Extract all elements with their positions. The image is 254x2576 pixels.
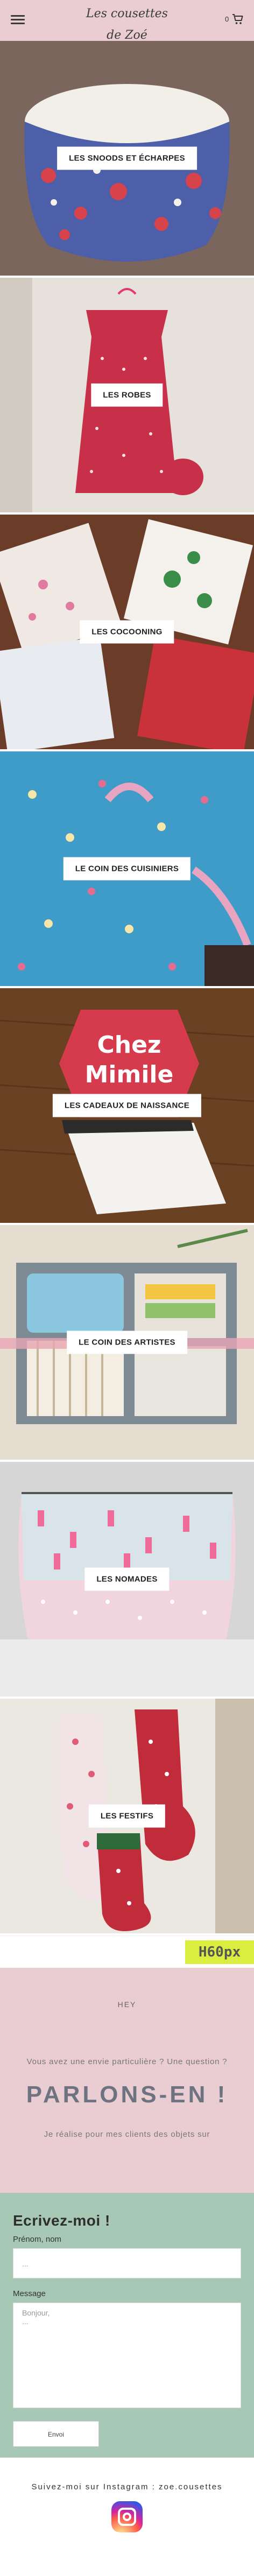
hey-label: HEY xyxy=(117,2000,137,2009)
menu-icon[interactable] xyxy=(11,15,25,25)
category-tile-artistes[interactable]: LE COIN DES ARTISTES xyxy=(0,1225,254,1462)
contact-form-section: Ecrivez-moi ! Prénom, nom ... Message Bo… xyxy=(0,2193,254,2458)
intro-question: Vous avez une envie particulière ? Une q… xyxy=(26,2057,228,2066)
headline: PARLONS-EN ! xyxy=(26,2081,228,2108)
name-label: Prénom, nom xyxy=(13,2235,62,2244)
category-label: LES SNOODS ET ÉCHARPES xyxy=(57,146,197,170)
category-tile-naissance[interactable]: Chez Mimile LES CADEAUX DE NAISSANCE xyxy=(0,988,254,1225)
message-textarea[interactable]: Bonjour, ... xyxy=(13,2303,241,2408)
site-header: Les cousettes de Zoé ~ ✿ ~ 0 xyxy=(0,0,254,54)
category-tile-nomades[interactable]: LES NOMADES xyxy=(0,1462,254,1699)
category-tile-festifs[interactable]: LES FESTIFS xyxy=(0,1699,254,1935)
category-tile-snoods[interactable]: LES SNOODS ET ÉCHARPES xyxy=(0,41,254,278)
site-logo[interactable]: Les cousettes de Zoé ~ ✿ ~ xyxy=(84,3,170,54)
svg-text:Chez: Chez xyxy=(97,1031,161,1059)
name-input[interactable]: ... xyxy=(13,2248,241,2278)
instagram-follow-text: Suivez-moi sur Instagram : zoe.cousettes xyxy=(31,2482,223,2491)
placeholder-strip: H60px xyxy=(0,1935,254,1968)
placeholder-badge: H60px xyxy=(185,1940,254,1964)
message-label: Message xyxy=(13,2289,46,2298)
category-label: LES NOMADES xyxy=(84,1567,170,1591)
category-label: LES FESTIFS xyxy=(88,1804,166,1828)
site-footer: Suivez-moi sur Instagram : zoe.cousettes xyxy=(0,2458,254,2576)
intro-subtext: Je réalise pour mes clients des objets s… xyxy=(44,2130,210,2139)
logo-text: Les cousettes de Zoé xyxy=(86,7,168,42)
category-tile-cuisiniers[interactable]: LE COIN DES CUISINIERS xyxy=(0,751,254,988)
instagram-icon[interactable] xyxy=(111,2501,143,2532)
category-label: LE COIN DES ARTISTES xyxy=(67,1331,187,1354)
send-button[interactable]: Envoi xyxy=(13,2421,99,2447)
cart-count: 0 xyxy=(225,15,229,23)
cart-button[interactable]: 0 xyxy=(225,13,244,28)
category-tile-cocooning[interactable]: LES COCOONING xyxy=(0,515,254,751)
form-title: Ecrivez-moi ! xyxy=(13,2212,110,2229)
contact-intro-section: HEY Vous avez une envie particulière ? U… xyxy=(0,1968,254,2193)
category-label: LES ROBES xyxy=(91,383,163,407)
message-placeholder-line-2: ... xyxy=(22,2317,29,2326)
category-label: LES CADEAUX DE NAISSANCE xyxy=(52,1094,202,1117)
category-tile-robes[interactable]: LES ROBES xyxy=(0,278,254,515)
category-label: LES COCOONING xyxy=(80,620,174,644)
cart-icon xyxy=(232,14,243,24)
category-label: LE COIN DES CUISINIERS xyxy=(63,857,191,881)
message-placeholder-line: Bonjour, xyxy=(22,2308,50,2317)
svg-text:Mimile: Mimile xyxy=(85,1061,174,1088)
